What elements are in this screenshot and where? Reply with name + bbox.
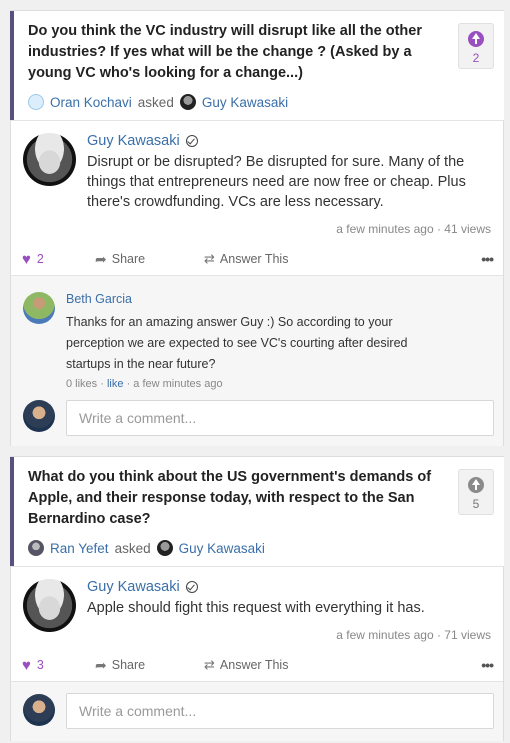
answer-this-button[interactable]: ⇄ Answer This (204, 657, 288, 673)
question-title[interactable]: Do you think the VC industry will disrup… (28, 21, 444, 84)
answer-author-name[interactable]: Guy Kawasaki (87, 133, 180, 149)
asker-avatar[interactable] (28, 540, 44, 556)
upvote-button[interactable]: 5 (458, 469, 494, 515)
question-card: Do you think the VC industry will disrup… (10, 10, 504, 446)
question-header: Do you think the VC industry will disrup… (10, 11, 504, 120)
askee-avatar[interactable] (179, 94, 196, 110)
repost-icon: ⇄ (204, 251, 215, 266)
askee-name[interactable]: Guy Kawasaki (179, 541, 265, 556)
upvote-arrow-icon (468, 31, 484, 47)
like-button[interactable]: ♥ 2 (22, 251, 44, 268)
heart-icon: ♥ (22, 656, 31, 674)
comment-time: a few minutes ago (133, 378, 223, 390)
comment-likes: 0 likes (66, 378, 98, 390)
question-title[interactable]: What do you think about the US governmen… (28, 467, 444, 530)
comment-input[interactable]: Write a comment... (66, 693, 494, 729)
answer-author[interactable]: Guy Kawasaki (87, 131, 491, 151)
share-button[interactable]: ➦ Share (95, 251, 145, 268)
comment-input[interactable]: Write a comment... (66, 400, 494, 436)
verified-icon (185, 581, 198, 593)
share-label: Share (111, 658, 146, 672)
like-button[interactable]: ♥ 3 (22, 657, 44, 674)
commenter-name[interactable]: Beth Garcia (66, 292, 132, 306)
answer-this-button[interactable]: ⇄ Answer This (204, 251, 288, 267)
answer-text: Apple should fight this request with eve… (87, 600, 425, 616)
current-user-avatar (23, 694, 55, 726)
asked-line: Oran Kochavi asked Guy Kawasaki (28, 92, 444, 112)
answer-author-name[interactable]: Guy Kawasaki (87, 579, 180, 595)
answer-author-avatar[interactable] (23, 579, 76, 632)
comments-section: Beth Garcia Thanks for an amazing answer… (11, 275, 503, 446)
heart-icon: ♥ (22, 250, 31, 268)
asker-avatar[interactable] (28, 94, 44, 110)
like-count: 2 (36, 252, 44, 266)
asker-name[interactable]: Ran Yefet (50, 541, 109, 556)
share-button[interactable]: ➦ Share (95, 657, 145, 674)
repost-icon: ⇄ (204, 657, 215, 672)
more-options-icon[interactable]: ••• (481, 657, 494, 673)
answer-actions: ♥ 2 ➦ Share ⇄ Answer This ••• (11, 244, 503, 274)
commenter-avatar[interactable] (23, 292, 55, 324)
upvote-count: 2 (472, 51, 480, 65)
answer: Guy Kawasaki Apple should fight this req… (11, 566, 503, 648)
answer-author-avatar[interactable] (23, 133, 76, 186)
answer-meta: a few minutes ago · 71 views (336, 628, 491, 642)
upvote-arrow-icon (468, 477, 484, 493)
question-header: What do you think about the US governmen… (10, 457, 504, 566)
upvote-button[interactable]: 2 (458, 23, 494, 69)
answer-author[interactable]: Guy Kawasaki (87, 577, 491, 597)
askee-avatar[interactable] (156, 540, 173, 556)
comment-like-link[interactable]: like (107, 378, 124, 390)
like-count: 3 (36, 658, 44, 672)
comment-meta: 0 likes · like · a few minutes ago (66, 378, 223, 390)
asker-name[interactable]: Oran Kochavi (50, 95, 132, 110)
verified-icon (185, 135, 198, 147)
share-icon: ➦ (95, 656, 107, 673)
question-card: What do you think about the US governmen… (10, 456, 504, 741)
answer-this-label: Answer This (219, 252, 289, 266)
answer-text: Disrupt or be disrupted? Be disrupted fo… (87, 154, 466, 210)
share-label: Share (111, 252, 146, 266)
answer: Guy Kawasaki Disrupt or be disrupted? Be… (11, 120, 503, 241)
comments-section: Write a comment... (11, 681, 503, 741)
answer-meta: a few minutes ago · 41 views (336, 222, 491, 236)
asked-line: Ran Yefet asked Guy Kawasaki (28, 538, 444, 558)
asked-label: asked (114, 540, 151, 556)
comment-text: Thanks for an amazing answer Guy :) So a… (66, 315, 408, 371)
asked-label: asked (137, 94, 174, 110)
more-options-icon[interactable]: ••• (481, 251, 494, 267)
upvote-count: 5 (472, 497, 480, 511)
answer-actions: ♥ 3 ➦ Share ⇄ Answer This ••• (11, 650, 503, 680)
current-user-avatar (23, 400, 55, 432)
answer-this-label: Answer This (219, 658, 289, 672)
askee-name[interactable]: Guy Kawasaki (202, 95, 288, 110)
share-icon: ➦ (95, 250, 107, 267)
